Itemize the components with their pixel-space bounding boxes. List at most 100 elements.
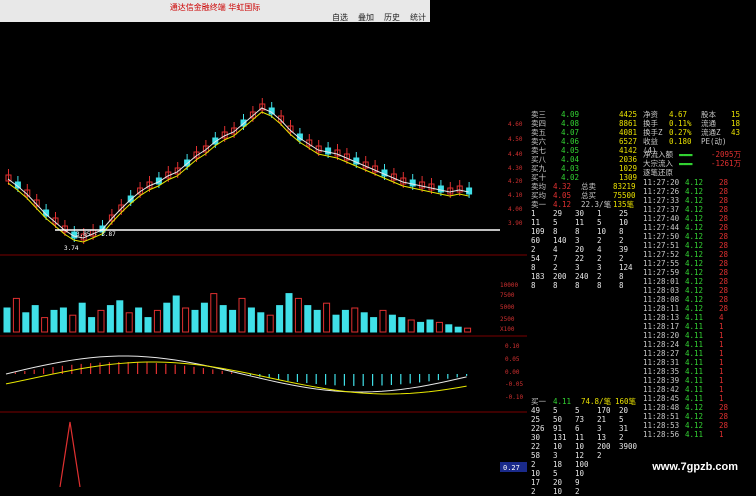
stat-row: 净资 4.67 股本 15 bbox=[643, 110, 741, 119]
low-mark-label: 3.74 bbox=[64, 245, 79, 252]
fund-flow-row: 大宗流入 ▬▬▬ -1261万 bbox=[643, 159, 742, 168]
quote-panel: 卖三 4.09 4425 卖四 4.08 8861 卖五 4.07 4081 卖六 4.06 6527… bbox=[527, 110, 756, 496]
volume-bar bbox=[398, 317, 406, 333]
macd-chart[interactable] bbox=[5, 355, 468, 395]
price-axis: 4.60 4.50 4.40 4.30 4.20 4.10 4.00 3.90 bbox=[508, 121, 523, 227]
volume-tick: 7500 bbox=[500, 292, 515, 299]
macd-axis: 0.10 0.05 0.00 -0.05 -0.10 bbox=[505, 343, 523, 401]
volume-bar bbox=[445, 324, 453, 333]
tick-row: 11:28:35 4.11 1 bbox=[643, 367, 724, 376]
volume-bar bbox=[417, 321, 425, 333]
volume-bar bbox=[135, 307, 143, 333]
volume-bar bbox=[116, 300, 124, 333]
volume-bar bbox=[3, 307, 11, 333]
tick-row: 11:28:56 4.11 1 bbox=[643, 430, 724, 439]
volume-chart[interactable] bbox=[3, 293, 472, 333]
tick-row: 11:28:53 4.12 28 bbox=[643, 421, 729, 430]
fund-flow-row: 净流入额 ▬▬▬ -2095万 bbox=[643, 150, 742, 159]
volume-bar bbox=[41, 317, 49, 333]
queue-row: 60 140 3 2 2 bbox=[531, 236, 624, 245]
order-row: 卖五 4.07 4081 bbox=[531, 128, 637, 137]
volume-bar bbox=[172, 295, 180, 333]
candle-body bbox=[437, 185, 444, 193]
stats-table: 净资 4.67 股本 15 换手 0.11% 流通 18 换手Z 0.27% 流通Z 43 收益(4) 0… bbox=[643, 110, 756, 155]
volume-bar bbox=[191, 309, 199, 333]
volume-bar bbox=[276, 305, 284, 333]
price-tick: 4.00 bbox=[508, 206, 523, 213]
price-tick: 4.60 bbox=[508, 121, 523, 128]
tick-list[interactable]: 11:27:20 4.12 28 11:27:26 4.12 28 11:27:33 4.12… bbox=[643, 178, 756, 439]
volume-bar bbox=[200, 302, 208, 333]
tick-row: 11:27:40 4.12 28 bbox=[643, 214, 729, 223]
low-range-label: 3.85 - 3.87 bbox=[76, 231, 116, 238]
price-tick: 4.10 bbox=[508, 192, 523, 199]
tick-row: 11:27:51 4.12 28 bbox=[643, 241, 729, 250]
volume-tick: X100 bbox=[500, 326, 515, 333]
tick-row: 11:27:59 4.12 28 bbox=[643, 268, 729, 277]
volume-bar bbox=[388, 314, 396, 333]
volume-bar bbox=[435, 321, 443, 333]
macd-dea-line bbox=[5, 361, 467, 395]
volume-bar bbox=[247, 307, 255, 333]
volume-bar bbox=[210, 293, 218, 333]
queue-row: 1 29 30 1 25 bbox=[531, 209, 629, 218]
chart-area[interactable]: 3.85 - 3.87 3.74 4.60 4.50 4.40 4.30 4.20 4.1… bbox=[0, 0, 527, 487]
tick-row: 11:27:44 4.12 28 bbox=[643, 223, 729, 232]
macd-dif-line bbox=[5, 355, 467, 393]
queue-row: 2 10 2 bbox=[531, 487, 580, 496]
volume-tick: 2500 bbox=[500, 316, 515, 323]
volume-bar bbox=[78, 302, 86, 333]
price-tick: 4.30 bbox=[508, 165, 523, 172]
queue-row: 2 18 100 bbox=[531, 460, 589, 469]
order-row: 买八 4.04 2036 bbox=[531, 155, 637, 164]
queue-row: 2 4 20 4 39 bbox=[531, 245, 629, 254]
macd-tick: 0.10 bbox=[505, 343, 520, 350]
volume-bar bbox=[125, 312, 133, 333]
tick-row: 11:28:11 4.12 28 bbox=[643, 304, 729, 313]
summary-row: 卖均 4.32 总卖 83219 bbox=[531, 182, 636, 191]
candle-body bbox=[325, 147, 332, 155]
website-watermark: www.7gpzb.com bbox=[652, 461, 738, 473]
volume-bar bbox=[59, 307, 67, 333]
volume-bar bbox=[163, 302, 171, 333]
queue-row: 226 91 6 3 31 bbox=[531, 424, 629, 433]
sub-panel-value: 0.27 bbox=[503, 464, 520, 472]
queue-row: 17 20 9 bbox=[531, 478, 580, 487]
order-row: 买九 4.03 1029 bbox=[531, 164, 637, 173]
volume-bar bbox=[332, 314, 340, 333]
order-book: 卖三 4.09 4425 卖四 4.08 8861 卖五 4.07 4081 卖六 4.06 6527… bbox=[531, 110, 641, 182]
queue-row: 54 7 22 2 2 bbox=[531, 254, 624, 263]
queue-row: 22 10 10 200 3900 bbox=[531, 442, 638, 451]
stat-row: 换手 0.11% 流通 18 bbox=[643, 119, 741, 128]
volume-bar bbox=[229, 309, 237, 333]
stat-row: 换手Z 0.27% 流通Z 43 bbox=[643, 128, 741, 137]
volume-bar bbox=[294, 297, 302, 333]
queue-row: 11 5 11 5 10 bbox=[531, 218, 629, 227]
order-row: 卖六 4.06 6527 bbox=[531, 137, 637, 146]
tick-row: 11:28:51 4.12 28 bbox=[643, 412, 729, 421]
volume-bar bbox=[407, 319, 415, 333]
volume-bar bbox=[12, 297, 20, 333]
volume-bar bbox=[351, 307, 359, 333]
order-row: 卖七 4.05 4142 bbox=[531, 146, 637, 155]
volume-bar bbox=[313, 309, 321, 333]
queue-row: 25 50 73 21 5 bbox=[531, 415, 624, 424]
queue-row: 58 3 12 2 bbox=[531, 451, 602, 460]
macd-tick: -0.05 bbox=[505, 381, 523, 388]
candlestick-chart[interactable] bbox=[5, 98, 473, 244]
volume-bar bbox=[360, 312, 368, 333]
fund-flow: 净流入额 ▬▬▬ -2095万 大宗流入 ▬▬▬ -1261万 逐笔还原 bbox=[643, 150, 756, 177]
volume-bar bbox=[464, 327, 472, 333]
tick-row: 11:28:08 4.12 28 bbox=[643, 295, 729, 304]
volume-bar bbox=[257, 312, 265, 333]
queue-row: 10 5 10 bbox=[531, 469, 585, 478]
tick-row: 11:28:13 4.11 4 bbox=[643, 313, 724, 322]
buy-one-row: 买一 4.11 74.8/笔 160笔 bbox=[531, 397, 637, 406]
volume-bar bbox=[31, 305, 39, 333]
macd-tick: 0.05 bbox=[505, 356, 520, 363]
queue-row: 88888 bbox=[531, 281, 624, 290]
volume-bar bbox=[97, 309, 105, 333]
tick-row: 11:28:42 4.11 1 bbox=[643, 385, 724, 394]
volume-bar bbox=[50, 309, 58, 333]
order-row: 卖四 4.08 8861 bbox=[531, 119, 637, 128]
